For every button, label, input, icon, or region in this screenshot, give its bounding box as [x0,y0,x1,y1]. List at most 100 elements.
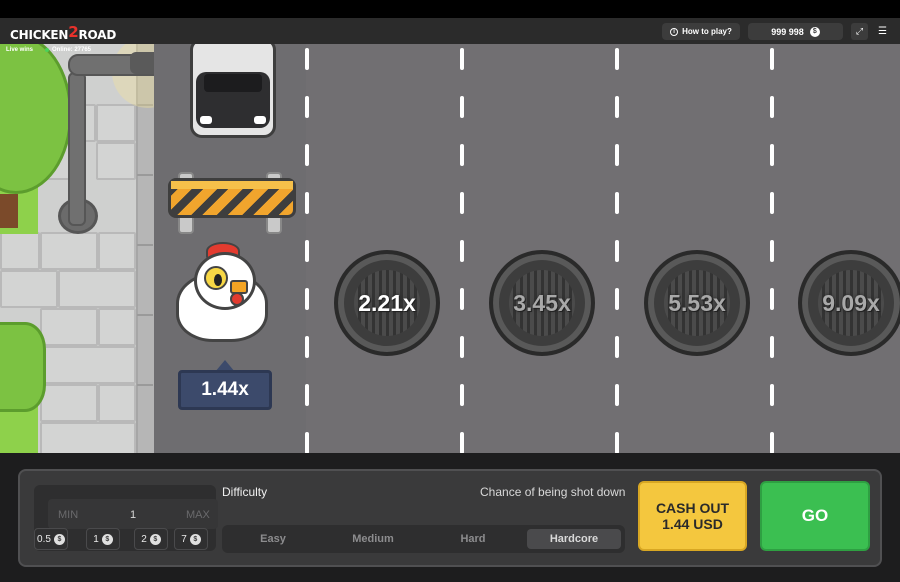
online-count-label: Online: 27765 [52,47,92,53]
lane-dash [770,96,774,118]
manhole-multiplier: 9.09x [822,289,880,316]
lane-dash [770,192,774,214]
online-dot-icon [45,48,49,52]
control-panel: MIN 1 MAX 0.5 $ 1 $ 2 $ 7 $ Difficulty Chanc… [18,469,882,567]
paving-stone [40,308,98,346]
paving-stone [40,422,136,453]
road-barrier-icon [168,172,296,234]
chip-7-button[interactable]: 7 $ [174,528,208,550]
hamburger-icon: ☰ [878,26,887,37]
car-windshield [204,74,262,92]
fullscreen-button[interactable]: ⤢ [851,23,868,40]
expand-icon: ⤢ [855,26,864,36]
paving-stone [0,270,58,308]
lane-dash [770,336,774,358]
lane-dash [615,384,619,406]
manhole-step-3[interactable]: 5.53x [644,250,750,356]
dollar-coin-icon: $ [53,533,65,545]
lane-dash [305,96,309,118]
manhole-step-2[interactable]: 3.45x [489,250,595,356]
chance-label: Chance of being shot down [480,485,626,499]
lane-dash [305,384,309,406]
header-bar: CHICKEN2ROAD i How to play? 999 998 $ ⤢ … [0,18,900,44]
manhole-multiplier: 3.45x [513,289,571,316]
lane-dash [460,48,464,70]
chicken-icon [172,242,272,346]
headlight [200,116,212,124]
how-to-play-label: How to play? [682,27,732,36]
control-area: MIN 1 MAX 0.5 $ 1 $ 2 $ 7 $ Difficulty Chanc… [0,453,900,582]
chip-label: 7 [181,533,187,545]
chip-2-button[interactable]: 2 $ [134,528,168,550]
manhole-multiplier: 5.53x [668,289,726,316]
paving-stone [0,232,40,270]
chip-0-5-button[interactable]: 0.5 $ [34,528,68,550]
curb-joint [137,174,153,176]
difficulty-easy[interactable]: Easy [226,529,320,549]
headlight [254,116,266,124]
lane-dash [305,192,309,214]
lane-dash [305,240,309,262]
menu-button[interactable]: ☰ [874,23,891,40]
difficulty-hardcore[interactable]: Hardcore [527,529,621,549]
curb-joint [137,244,153,246]
online-counter: Online: 27765 [45,47,91,53]
how-to-play-button[interactable]: i How to play? [662,23,740,40]
info-icon: i [670,27,679,36]
paving-stone [96,142,136,180]
paving-stone [98,384,136,422]
lane-dash [460,192,464,214]
paving-stone [98,232,136,270]
lane-dash [770,384,774,406]
lamp-post-icon [68,72,86,226]
lane-dash [615,48,619,70]
cash-out-label: CASH OUT [655,500,730,516]
paving-stone [98,308,136,346]
difficulty-medium[interactable]: Medium [326,529,420,549]
bet-max-button[interactable]: MAX [186,509,210,521]
chip-1-button[interactable]: 1 $ [86,528,120,550]
game-window: CHICKEN2ROAD i How to play? 999 998 $ ⤢ … [0,0,900,582]
manhole-step-4[interactable]: 9.09x [798,250,900,356]
paving-stone [40,346,136,384]
difficulty-selector: Easy Medium Hard Hardcore [222,525,625,553]
lane-dash [615,192,619,214]
balance-display: 999 998 $ [748,23,843,40]
lane-dash [305,48,309,70]
dollar-coin-icon: $ [149,533,161,545]
lane-dash [770,240,774,262]
lane-dash [770,432,774,453]
chicken-wattle [230,292,244,306]
cash-out-button[interactable]: CASH OUT 1.44 USD [638,481,747,551]
chip-label: 0.5 [37,533,51,545]
lane-dash [460,432,464,453]
lane-dash [615,288,619,310]
dollar-coin-icon: $ [189,533,201,545]
lane-dash [305,288,309,310]
difficulty-hard[interactable]: Hard [426,529,520,549]
paving-stone [96,104,136,142]
manhole-step-1[interactable]: 2.21x [334,250,440,356]
tree-trunk [0,194,18,228]
chip-label: 2 [141,533,147,545]
lane-dash [460,288,464,310]
manhole-multiplier: 2.21x [358,289,416,316]
go-button[interactable]: GO [760,481,870,551]
police-car-icon [190,44,276,138]
chicken-eye [204,266,228,290]
chicken-pupil [214,274,222,286]
lane-dash [460,384,464,406]
curb-joint [137,314,153,316]
lane-dash [615,144,619,166]
chip-label: 1 [93,533,99,545]
lane-dash [615,432,619,453]
lane-dash [615,336,619,358]
paving-stone [40,232,98,270]
bet-amount-input[interactable]: MIN 1 MAX [48,499,218,529]
live-wins-label[interactable]: Live wins [6,47,33,53]
game-scene: Live wins Online: 27765 1.44x 2.21x 3.45… [0,44,900,453]
bush-icon [0,322,46,412]
lane-dash [460,240,464,262]
lane-dash [305,336,309,358]
lane-dash [305,432,309,453]
